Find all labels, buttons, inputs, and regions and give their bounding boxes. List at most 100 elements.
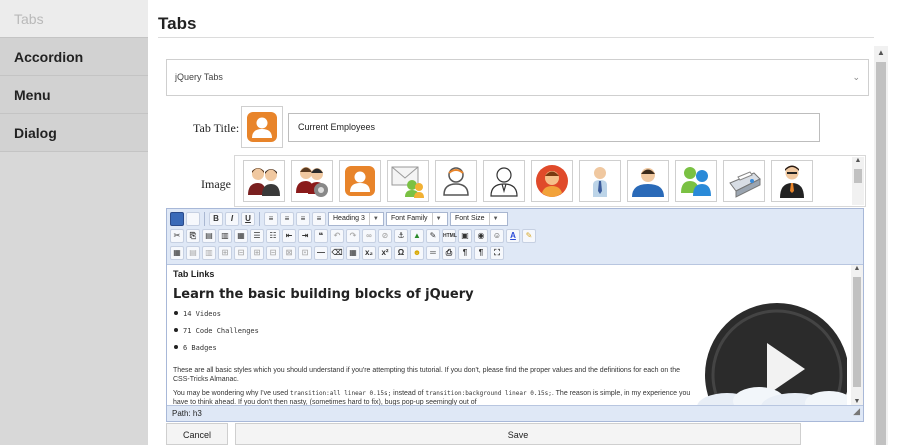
scroll-up-icon[interactable]: ▲ bbox=[874, 48, 888, 57]
underline-icon[interactable]: U bbox=[241, 212, 255, 226]
scroll-up-icon[interactable]: ▲ bbox=[852, 157, 864, 164]
image-option-user-red-circle[interactable] bbox=[531, 160, 573, 202]
tab-title-input[interactable]: Current Employees bbox=[288, 113, 820, 142]
image-option-user-outline[interactable] bbox=[435, 160, 477, 202]
sidebar-item-menu[interactable]: Menu bbox=[0, 76, 148, 114]
user-red-circle-icon bbox=[536, 165, 568, 197]
new-document-icon[interactable] bbox=[186, 212, 200, 226]
save-icon[interactable] bbox=[170, 212, 184, 226]
sidebar-item-tabs[interactable]: Tabs bbox=[0, 0, 148, 38]
image-option-users-mail[interactable] bbox=[387, 160, 429, 202]
subscript-icon[interactable]: x₂ bbox=[362, 246, 376, 260]
cell-properties-icon[interactable]: ▥ bbox=[202, 246, 216, 260]
sidebar-item-accordion[interactable]: Accordion bbox=[0, 38, 148, 76]
image-option-users-settings[interactable] bbox=[291, 160, 333, 202]
chevron-down-icon: ▼ bbox=[488, 213, 499, 225]
image-option-messenger-users[interactable] bbox=[675, 160, 717, 202]
content-heading: Tab Links bbox=[173, 269, 215, 279]
html-source-icon[interactable]: HTML bbox=[442, 229, 457, 243]
two-users-icon bbox=[248, 168, 280, 196]
sidebar-item-dialog[interactable]: Dialog bbox=[0, 114, 148, 152]
anchor-icon[interactable]: ⚓ bbox=[394, 229, 408, 243]
image-icon[interactable]: ▲ bbox=[410, 229, 424, 243]
insert-col-icon[interactable]: ⊞ bbox=[250, 246, 264, 260]
align-right-icon[interactable]: ≡ bbox=[296, 212, 310, 226]
preview-icon[interactable]: ◉ bbox=[474, 229, 488, 243]
paste-text-icon[interactable]: ▥ bbox=[218, 229, 232, 243]
font-family-dropdown[interactable]: Font Family ▼ bbox=[386, 212, 448, 226]
superscript-icon[interactable]: x² bbox=[378, 246, 392, 260]
tab-type-select[interactable]: jQuery Tabs ⌄ bbox=[166, 59, 869, 96]
outdent-icon[interactable]: ⇤ bbox=[282, 229, 296, 243]
redo-icon[interactable]: ↷ bbox=[346, 229, 360, 243]
rule-icon[interactable]: ═ bbox=[426, 246, 440, 260]
indent-icon[interactable]: ⇥ bbox=[298, 229, 312, 243]
image-option-fax[interactable] bbox=[723, 160, 765, 202]
businessman-icon bbox=[780, 165, 804, 198]
visual-aid-icon[interactable]: ▦ bbox=[346, 246, 360, 260]
fullscreen-icon[interactable]: ⛶ bbox=[490, 246, 504, 260]
resize-grip-icon[interactable]: ◢ bbox=[853, 404, 860, 419]
rtl-icon[interactable]: ¶ bbox=[474, 246, 488, 260]
special-char-icon[interactable]: Ω bbox=[394, 246, 408, 260]
user-outline-2-icon bbox=[490, 167, 518, 197]
image-picker-scrollbar-thumb[interactable] bbox=[854, 169, 862, 183]
bold-icon[interactable]: B bbox=[209, 212, 223, 226]
italic-icon[interactable]: I bbox=[225, 212, 239, 226]
image-option-user-blue[interactable] bbox=[627, 160, 669, 202]
highlight-color-icon[interactable]: ✎ bbox=[522, 229, 536, 243]
blockquote-icon[interactable]: ❝ bbox=[314, 229, 328, 243]
cut-icon[interactable]: ✂ bbox=[170, 229, 184, 243]
horizontal-rule-icon[interactable]: — bbox=[314, 246, 328, 260]
image-option-businessman[interactable] bbox=[771, 160, 813, 202]
image-picker-scrollbar[interactable]: ▲ bbox=[852, 157, 864, 205]
font-size-dropdown[interactable]: Font Size ▼ bbox=[450, 212, 508, 226]
table-icon[interactable]: ▦ bbox=[170, 246, 184, 260]
main-scrollbar-thumb[interactable] bbox=[876, 62, 886, 445]
paste-word-icon[interactable]: ▦ bbox=[234, 229, 248, 243]
video-play-icon bbox=[697, 303, 847, 405]
align-center-icon[interactable]: ≡ bbox=[280, 212, 294, 226]
split-cells-icon[interactable]: ⊠ bbox=[282, 246, 296, 260]
image-option-user-orange[interactable] bbox=[339, 160, 381, 202]
editor-scrollbar[interactable]: ▲ ▼ bbox=[851, 265, 863, 405]
remove-format-icon[interactable]: ⌫ bbox=[330, 246, 344, 260]
merge-cells-icon[interactable]: ⊡ bbox=[298, 246, 312, 260]
editor-content[interactable]: Tab Links Learn the basic building block… bbox=[167, 265, 851, 405]
print-icon[interactable]: ⎙ bbox=[442, 246, 456, 260]
selected-tab-icon[interactable] bbox=[241, 106, 283, 148]
align-left-icon[interactable]: ≡ bbox=[264, 212, 278, 226]
cleanup-icon[interactable]: ✎ bbox=[426, 229, 440, 243]
image-option-two-users[interactable] bbox=[243, 160, 285, 202]
paste-icon[interactable]: ▤ bbox=[202, 229, 216, 243]
delete-col-icon[interactable]: ⊟ bbox=[266, 246, 280, 260]
unlink-icon[interactable]: ⊘ bbox=[378, 229, 392, 243]
toolbar-row-2: ✂ ⎘ ▤ ▥ ▦ ☰ ☷ ⇤ ⇥ ❝ ↶ ↷ ∞ ⊘ ⚓ ▲ ✎ HTML ▣… bbox=[170, 228, 536, 244]
paragraph-code: transition:background linear 0.15s; bbox=[425, 390, 552, 397]
delete-row-icon[interactable]: ⊟ bbox=[234, 246, 248, 260]
scroll-up-icon[interactable]: ▲ bbox=[851, 265, 863, 272]
cancel-button[interactable]: Cancel bbox=[166, 423, 228, 445]
undo-icon[interactable]: ↶ bbox=[330, 229, 344, 243]
row-properties-icon[interactable]: ▤ bbox=[186, 246, 200, 260]
emotion-icon[interactable]: ☺ bbox=[490, 229, 504, 243]
copy-icon[interactable]: ⎘ bbox=[186, 229, 200, 243]
save-button[interactable]: Save bbox=[235, 423, 801, 445]
numbered-list-icon[interactable]: ☷ bbox=[266, 229, 280, 243]
format-dropdown[interactable]: Heading 3 ▼ bbox=[328, 212, 384, 226]
user-tie-icon bbox=[593, 167, 607, 197]
editor-scrollbar-thumb[interactable] bbox=[853, 277, 861, 387]
text-color-icon[interactable]: A bbox=[506, 229, 520, 243]
smiley-icon[interactable]: ☻ bbox=[410, 246, 424, 260]
image-option-user-tie[interactable] bbox=[579, 160, 621, 202]
link-icon[interactable]: ∞ bbox=[362, 229, 376, 243]
bullet-list-icon[interactable]: ☰ bbox=[250, 229, 264, 243]
element-path[interactable]: Path: h3 bbox=[172, 409, 202, 418]
align-justify-icon[interactable]: ≡ bbox=[312, 212, 326, 226]
users-settings-icon bbox=[296, 167, 328, 197]
insert-row-icon[interactable]: ⊞ bbox=[218, 246, 232, 260]
ltr-icon[interactable]: ¶ bbox=[458, 246, 472, 260]
image-option-user-outline-2[interactable] bbox=[483, 160, 525, 202]
main-scrollbar[interactable]: ▲ bbox=[874, 46, 888, 445]
media-icon[interactable]: ▣ bbox=[458, 229, 472, 243]
